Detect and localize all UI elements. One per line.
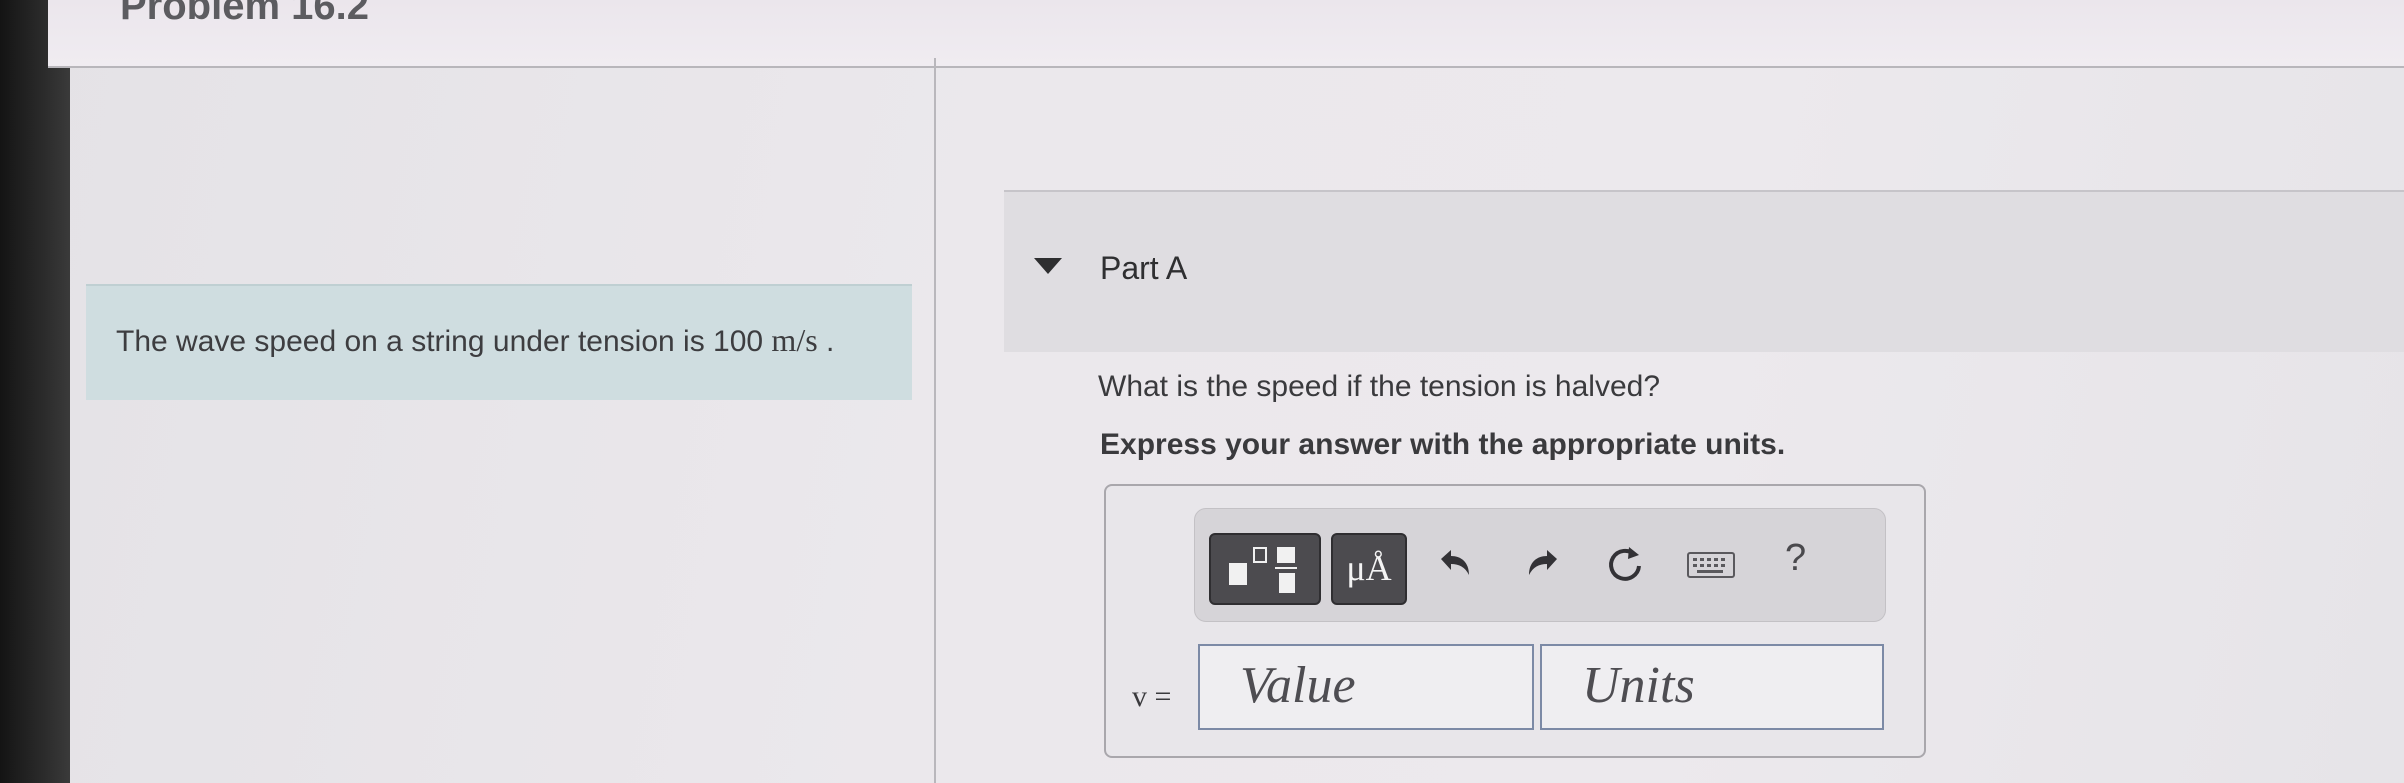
statement-text: The wave speed on a string under tension… <box>116 325 772 358</box>
part-a-header[interactable] <box>1004 190 2404 352</box>
monitor-bezel <box>0 0 70 783</box>
value-input[interactable]: Value <box>1198 644 1534 730</box>
reset-button[interactable] <box>1599 539 1651 591</box>
instruction-text: Express your answer with the appropriate… <box>1100 428 1786 461</box>
part-a-label[interactable]: Part A <box>1100 250 1187 287</box>
help-icon: ? <box>1785 537 1807 579</box>
question-text: What is the speed if the tension is halv… <box>1098 370 1661 403</box>
reset-icon <box>1609 547 1641 581</box>
units-input[interactable]: Units <box>1540 644 1884 730</box>
undo-icon <box>1441 550 1469 575</box>
statement-suffix: . <box>817 325 835 358</box>
problem-header: Problem 16.2 <box>48 0 2404 68</box>
keyboard-icon <box>1687 552 1735 578</box>
units-icon: μÅ <box>1346 548 1392 588</box>
variable-label: v = <box>1132 680 1172 713</box>
screen: Problem 16.2 The wave speed on a string … <box>0 0 2404 783</box>
answer-panel: μÅ ? v = Value Units <box>1104 484 1926 758</box>
statement-unit: m/s <box>771 322 818 358</box>
help-button[interactable]: ? <box>1785 537 1806 580</box>
problem-statement-box: The wave speed on a string under tension… <box>86 284 912 400</box>
column-divider <box>934 58 936 783</box>
keyboard-button[interactable] <box>1685 539 1737 591</box>
redo-icon <box>1529 550 1557 575</box>
redo-button[interactable] <box>1517 539 1569 591</box>
math-toolbar: μÅ ? <box>1194 508 1886 622</box>
units-button[interactable]: μÅ <box>1331 533 1407 605</box>
problem-title: Problem 16.2 <box>120 0 370 28</box>
collapse-triangle-icon[interactable] <box>1034 258 1062 274</box>
templates-button[interactable] <box>1209 533 1321 605</box>
problem-statement: The wave speed on a string under tension… <box>116 322 834 359</box>
undo-button[interactable] <box>1429 539 1481 591</box>
